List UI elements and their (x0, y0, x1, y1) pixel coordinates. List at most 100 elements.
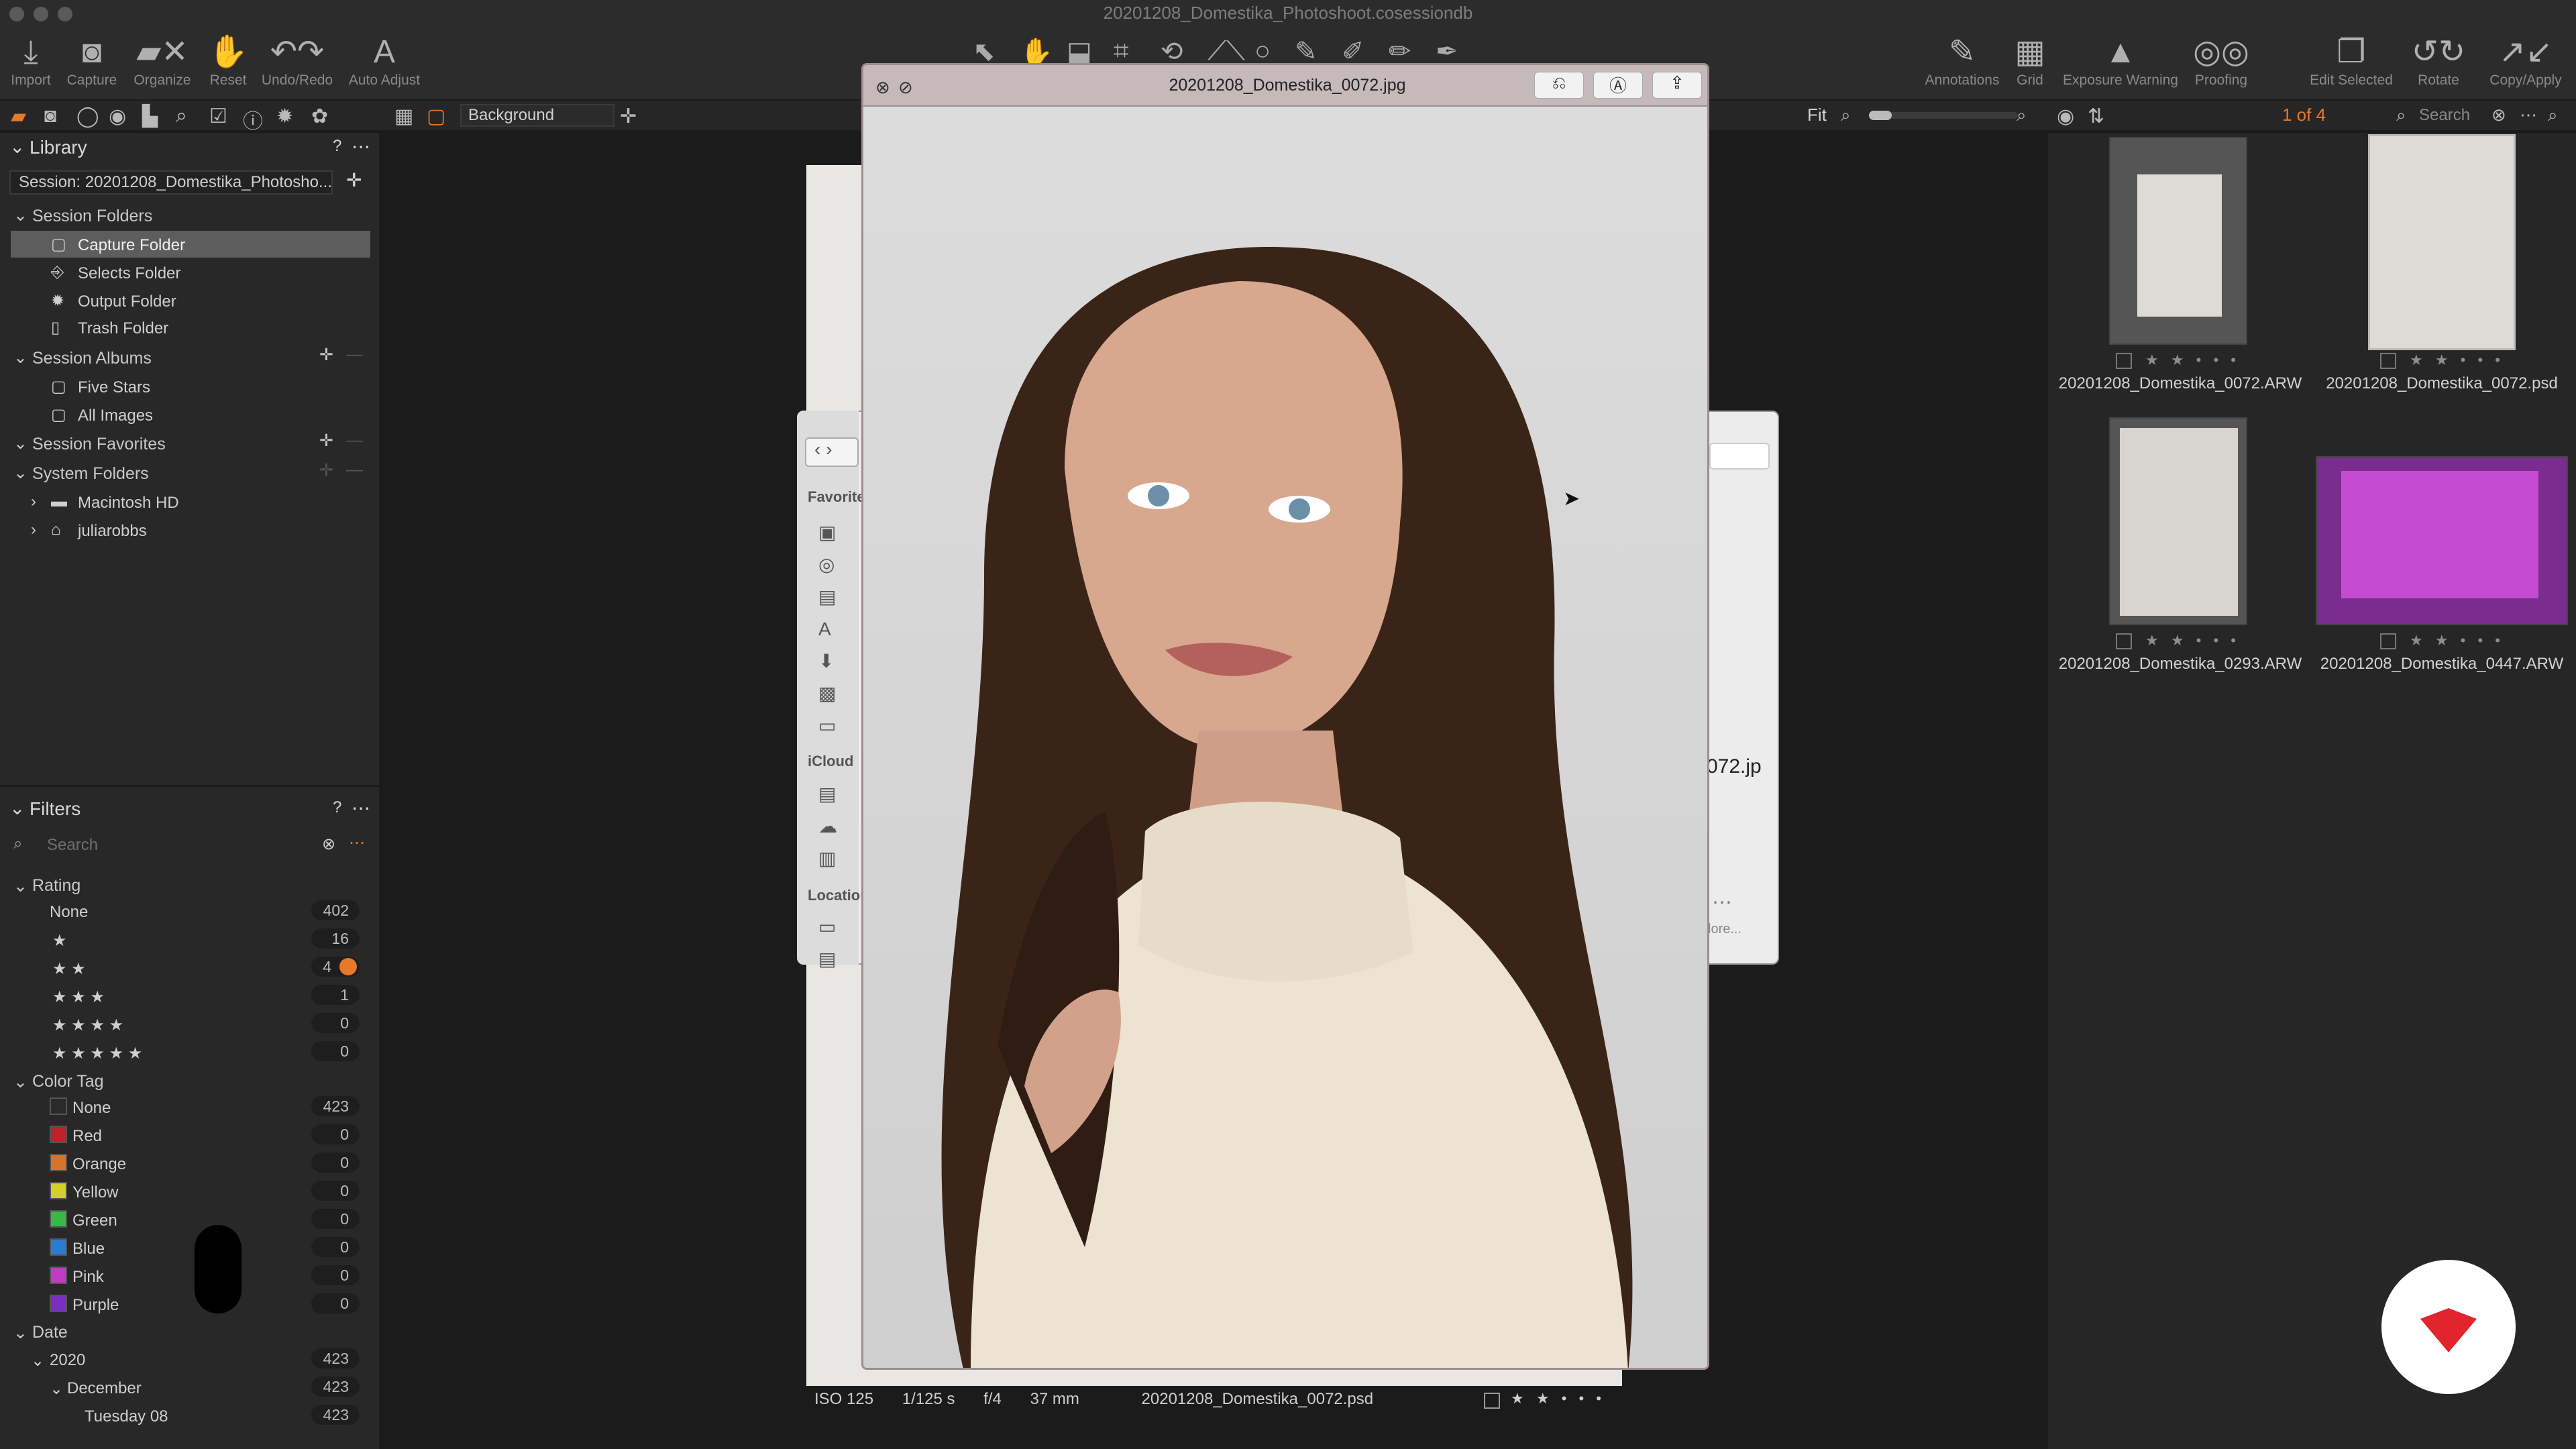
zoom-fit-label[interactable]: Fit (1807, 105, 1827, 125)
keystone-cursor-icon[interactable]: ⟋⟍ (1208, 36, 1245, 66)
capture-button[interactable]: ◙ Capture (62, 32, 122, 89)
library-collapse-icon[interactable]: ⌄ (9, 136, 25, 158)
sort-icon[interactable]: ⇅ (2088, 105, 2104, 128)
output-tab-icon[interactable]: ✹ (276, 105, 293, 128)
expand-chevron-icon[interactable]: ⌄ (50, 1379, 63, 1399)
lens-tab-icon[interactable]: ◯ (76, 105, 99, 128)
auto-adjust-button[interactable]: A Auto Adjust (341, 32, 428, 89)
clear-filter-search-icon[interactable]: ⊗ (322, 835, 335, 854)
thumbnail-rating[interactable]: ★ ★ • • • (2410, 352, 2504, 369)
background-select[interactable]: Background (460, 104, 614, 127)
exposure-warning-button[interactable]: ▲ Exposure Warning (2057, 32, 2184, 89)
add-album-icon[interactable]: ✛ (319, 345, 333, 365)
mask-cursor-icon[interactable]: ○ (1254, 36, 1271, 66)
browser-search-input[interactable]: Search (2419, 106, 2494, 126)
macintosh-hd-item[interactable]: Macintosh HD (78, 494, 179, 513)
exposure-tab-icon[interactable]: ▙ (142, 105, 158, 128)
undo-redo-button[interactable]: ↶↷ Undo/Redo (258, 32, 337, 89)
thumbnail-rating[interactable]: ★ ★ • • • (2410, 632, 2504, 649)
annotations-button[interactable]: ✎ Annotations (1919, 32, 2006, 89)
rotate-preview-button[interactable]: ⎌ (1534, 72, 1584, 99)
add-layer-icon[interactable]: ✛ (620, 105, 637, 128)
expand-chevron-icon[interactable]: › (31, 492, 36, 511)
capture-tab-icon[interactable]: ◙ (44, 105, 56, 127)
session-folders-toggle[interactable]: ⌄ (13, 205, 28, 225)
remove-system-folder-icon[interactable]: — (346, 460, 363, 480)
user-folder-item[interactable]: juliarobbs (78, 522, 147, 541)
date-month-item[interactable]: December (67, 1379, 142, 1398)
rating-1-label[interactable]: ★ (52, 931, 67, 951)
add-favorite-icon[interactable]: ✛ (319, 431, 333, 451)
thumbnail-0072-arw[interactable] (2109, 137, 2247, 345)
add-session-icon[interactable]: ✛ (346, 169, 362, 191)
system-folders-toggle[interactable]: ⌄ (13, 463, 28, 483)
expand-chevron-icon[interactable]: › (31, 521, 36, 539)
import-button[interactable]: ⤓ Import (7, 32, 55, 89)
batch-tab-icon[interactable]: ✿ (311, 105, 328, 128)
current-rating[interactable]: ★ ★ • • • (1511, 1390, 1605, 1407)
finder-icloud-icons[interactable]: ▤ ☁ ▥ (818, 778, 852, 875)
color-tag-red[interactable]: Red (72, 1127, 102, 1146)
thumbnail-checkbox[interactable] (2380, 633, 2396, 649)
viewer-eye-icon[interactable]: ◉ (2057, 105, 2074, 128)
clear-search-icon[interactable]: ⊗ (2491, 105, 2506, 125)
adjustments-tab-icon[interactable]: ☑ (209, 105, 227, 128)
grid-button[interactable]: ▦ Grid (2010, 32, 2050, 89)
library-more-icon[interactable]: ⋯ (352, 136, 370, 158)
color-tag-none[interactable]: None (72, 1099, 111, 1118)
edit-selected-button[interactable]: ❐ Edit Selected (2301, 32, 2402, 89)
thumbnail-checkbox[interactable] (2116, 633, 2132, 649)
proofing-button[interactable]: ◎◎ Proofing (2184, 32, 2258, 89)
trash-folder-item[interactable]: Trash Folder (78, 319, 168, 338)
output-folder-item[interactable]: Output Folder (78, 292, 176, 311)
reset-button[interactable]: ✋ Reset (203, 32, 254, 89)
date-year-item[interactable]: 2020 (50, 1351, 85, 1370)
selects-folder-item[interactable]: Selects Folder (78, 264, 180, 283)
color-tag-blue[interactable]: Blue (72, 1240, 105, 1258)
session-favorites-toggle[interactable]: ⌄ (13, 433, 28, 453)
active-filter-indicator[interactable] (339, 958, 357, 975)
share-button[interactable]: ⇪ (1652, 72, 1702, 99)
zoom-slider[interactable] (1869, 111, 2018, 120)
remove-favorite-icon[interactable]: — (346, 431, 363, 450)
finder-search-field[interactable] (1709, 443, 1770, 470)
thumbnail-rating[interactable]: ★ ★ • • • (2145, 632, 2240, 649)
rating-2-label[interactable]: ★ ★ (52, 959, 86, 979)
date-day-item[interactable]: Tuesday 08 (85, 1407, 168, 1426)
color-tag-toggle[interactable]: ⌄ (13, 1072, 28, 1092)
thumbnail-0293-arw[interactable] (2109, 417, 2247, 625)
finder-back-button[interactable]: ‹ › (805, 437, 859, 467)
color-tab-icon[interactable]: ◉ (109, 105, 126, 128)
single-view-icon[interactable]: ▢ (427, 105, 445, 128)
session-albums-toggle[interactable]: ⌄ (13, 347, 28, 368)
filter-options-icon[interactable]: ⋯ (349, 833, 365, 853)
color-tag-purple[interactable]: Purple (72, 1296, 119, 1315)
filters-more-icon[interactable]: ⋯ (352, 797, 370, 819)
help-icon[interactable]: ? (333, 798, 341, 817)
color-tag-orange[interactable]: Orange (72, 1155, 126, 1174)
finder-favorites-icons[interactable]: ▣ ◎ ▤ A ⬇ ▩ ▭ (818, 517, 852, 742)
select-checkbox[interactable] (1484, 1393, 1500, 1409)
color-tag-pink[interactable]: Pink (72, 1268, 104, 1287)
all-images-album[interactable]: All Images (78, 407, 153, 425)
finder-location-icons[interactable]: ▭ ▤ (818, 911, 852, 975)
organize-button[interactable]: ▰✕ Organize (129, 32, 196, 89)
rotate-button[interactable]: ↺↻ Rotate (2408, 32, 2469, 89)
date-toggle[interactable]: ⌄ (13, 1323, 28, 1343)
thumbnail-checkbox[interactable] (2380, 353, 2396, 369)
crop-cursor-icon[interactable]: ⌗ (1114, 36, 1129, 66)
markup-button[interactable]: Ⓐ (1593, 72, 1643, 99)
rating-4-label[interactable]: ★ ★ ★ ★ (52, 1016, 123, 1035)
rating-5-label[interactable]: ★ ★ ★ ★ ★ (52, 1044, 142, 1063)
rating-3-label[interactable]: ★ ★ ★ (52, 987, 105, 1007)
help-icon[interactable]: ? (333, 137, 341, 156)
remove-album-icon[interactable]: — (346, 345, 363, 364)
color-tag-yellow[interactable]: Yellow (72, 1183, 119, 1202)
grid-view-icon[interactable]: ▦ (394, 105, 413, 128)
details-tab-icon[interactable]: ⌕ (176, 105, 187, 127)
zoom-out-icon[interactable]: ⌕ (1841, 105, 1851, 126)
zoom-slider-handle[interactable] (1869, 111, 1892, 120)
more-options-icon[interactable]: ⋯ (2520, 105, 2537, 125)
metadata-tab-icon[interactable]: ⓘ (243, 105, 263, 134)
capture-folder-item[interactable]: Capture Folder (78, 236, 185, 255)
